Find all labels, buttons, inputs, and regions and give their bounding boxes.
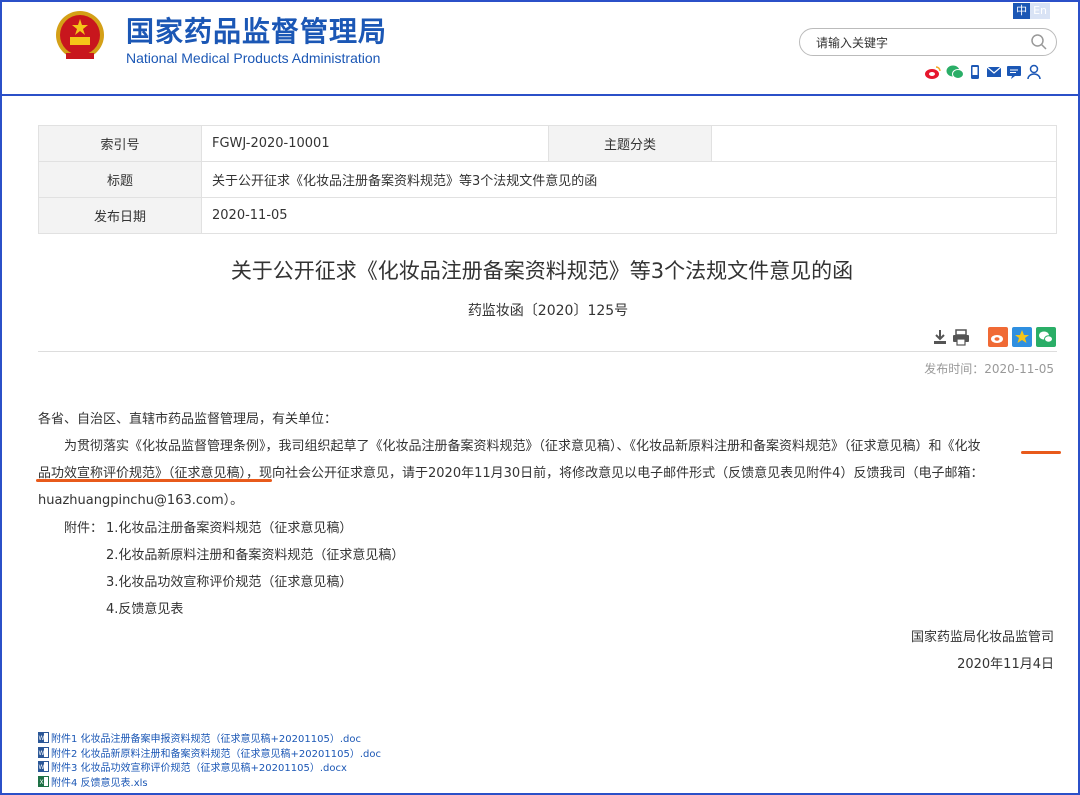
share-weibo-icon[interactable] (988, 327, 1008, 347)
attachment-item: 4.反馈意见表 (106, 602, 184, 617)
attachment-item: 2.化妆品新原料注册和备案资料规范（征求意见稿） (106, 548, 405, 563)
file-link[interactable]: X 附件4 反馈意见表.xls (38, 774, 148, 789)
social-links (924, 64, 1042, 80)
word-file-icon: W (38, 732, 49, 743)
meta-value-category (711, 125, 1057, 162)
meta-value-date: 2020-11-05 (201, 197, 1057, 234)
word-file-icon: W (38, 761, 49, 772)
svg-text:W: W (39, 764, 45, 771)
paragraph-line-3: huazhuangpinchu@163.com）。 (38, 493, 244, 508)
document-number: 药监妆函〔2020〕125号 (467, 303, 629, 319)
article-tools (932, 327, 1056, 347)
highlight-underline (1021, 451, 1061, 454)
site-header: 国家药品监督管理局 National Medical Products Admi… (2, 2, 1078, 96)
mobile-icon[interactable] (968, 64, 982, 80)
share-favorite-icon[interactable] (1012, 327, 1032, 347)
paragraph-line-1: 为贯彻落实《化妆品监督管理条例》，我司组织起草了《化妆品注册备案资料规范》（征求… (64, 439, 981, 454)
attachment-item: 3.化妆品功效宣称评价规范（征求意见稿） (106, 575, 353, 590)
download-icon[interactable] (932, 328, 948, 346)
word-file-icon: W (38, 747, 49, 758)
file-link[interactable]: W 附件1 化妆品注册备案申报资料规范（征求意见稿+20201105）.doc (38, 730, 361, 745)
salutation: 各省、自治区、直辖市药品监督管理局，有关单位： (38, 412, 338, 427)
file-link-label[interactable]: 附件2 化妆品新原料注册和备案资料规范（征求意见稿+20201105）.doc (51, 745, 381, 760)
file-link-label[interactable]: 附件4 反馈意见表.xls (51, 774, 148, 789)
attachment-item: 1.化妆品注册备案资料规范（征求意见稿） (106, 521, 353, 536)
meta-label-index: 索引号 (38, 125, 202, 162)
lang-en-button[interactable]: En (1030, 3, 1050, 19)
publish-time: 发布时间：2020-11-05 (924, 362, 1054, 376)
meta-label-category: 主题分类 (548, 125, 712, 162)
signature-org: 国家药监局化妆品监管司 (910, 630, 1054, 645)
highlight-underline (36, 479, 272, 482)
weibo-icon[interactable] (924, 64, 942, 80)
meta-value-title: 关于公开征求《化妆品注册备案资料规范》等3个法规文件意见的函 (201, 161, 1057, 198)
lang-zh-button[interactable]: 中 (1013, 3, 1031, 19)
meta-label-title: 标题 (38, 161, 202, 198)
meta-row-index: 索引号 FGWJ-2020-10001 主题分类 (38, 125, 1057, 162)
meta-value-index: FGWJ-2020-10001 (201, 125, 549, 162)
document-meta-table: 索引号 FGWJ-2020-10001 主题分类 标题 关于公开征求《化妆品注册… (38, 125, 1057, 234)
file-link-label[interactable]: 附件1 化妆品注册备案申报资料规范（征求意见稿+20201105）.doc (51, 730, 361, 745)
meta-row-title: 标题 关于公开征求《化妆品注册备案资料规范》等3个法规文件意见的函 (38, 161, 1057, 198)
site-title-cn[interactable]: 国家药品监督管理局 (126, 10, 387, 50)
excel-file-icon: X (38, 776, 49, 787)
search-box (799, 28, 1057, 56)
user-icon[interactable] (1026, 64, 1042, 80)
file-link-label[interactable]: 附件3 化妆品功效宣称评价规范（征求意见稿+20201105）.docx (51, 759, 347, 774)
svg-text:X: X (39, 779, 43, 786)
file-link[interactable]: W 附件2 化妆品新原料注册和备案资料规范（征求意见稿+20201105）.do… (38, 745, 381, 760)
wechat-icon[interactable] (946, 64, 964, 80)
search-input[interactable] (814, 33, 1018, 53)
search-icon[interactable] (1030, 33, 1048, 51)
attachments-label: 附件： (64, 521, 104, 536)
svg-text:W: W (39, 735, 45, 742)
divider (38, 351, 1057, 352)
meta-row-date: 发布日期 2020-11-05 (38, 197, 1057, 234)
share-wechat-icon[interactable] (1036, 327, 1056, 347)
message-icon[interactable] (1006, 64, 1022, 80)
mail-icon[interactable] (986, 64, 1002, 80)
national-emblem-icon[interactable] (52, 9, 108, 63)
signature-date: 2020年11月4日 (957, 657, 1054, 672)
language-switch: 中 En (1013, 3, 1050, 19)
site-title-en[interactable]: National Medical Products Administration (126, 50, 380, 66)
svg-text:W: W (39, 750, 45, 757)
print-icon[interactable] (952, 328, 970, 346)
meta-label-date: 发布日期 (38, 197, 202, 234)
article-title: 关于公开征求《化妆品注册备案资料规范》等3个法规文件意见的函 (230, 259, 854, 283)
file-link[interactable]: W 附件3 化妆品功效宣称评价规范（征求意见稿+20201105）.docx (38, 759, 347, 774)
